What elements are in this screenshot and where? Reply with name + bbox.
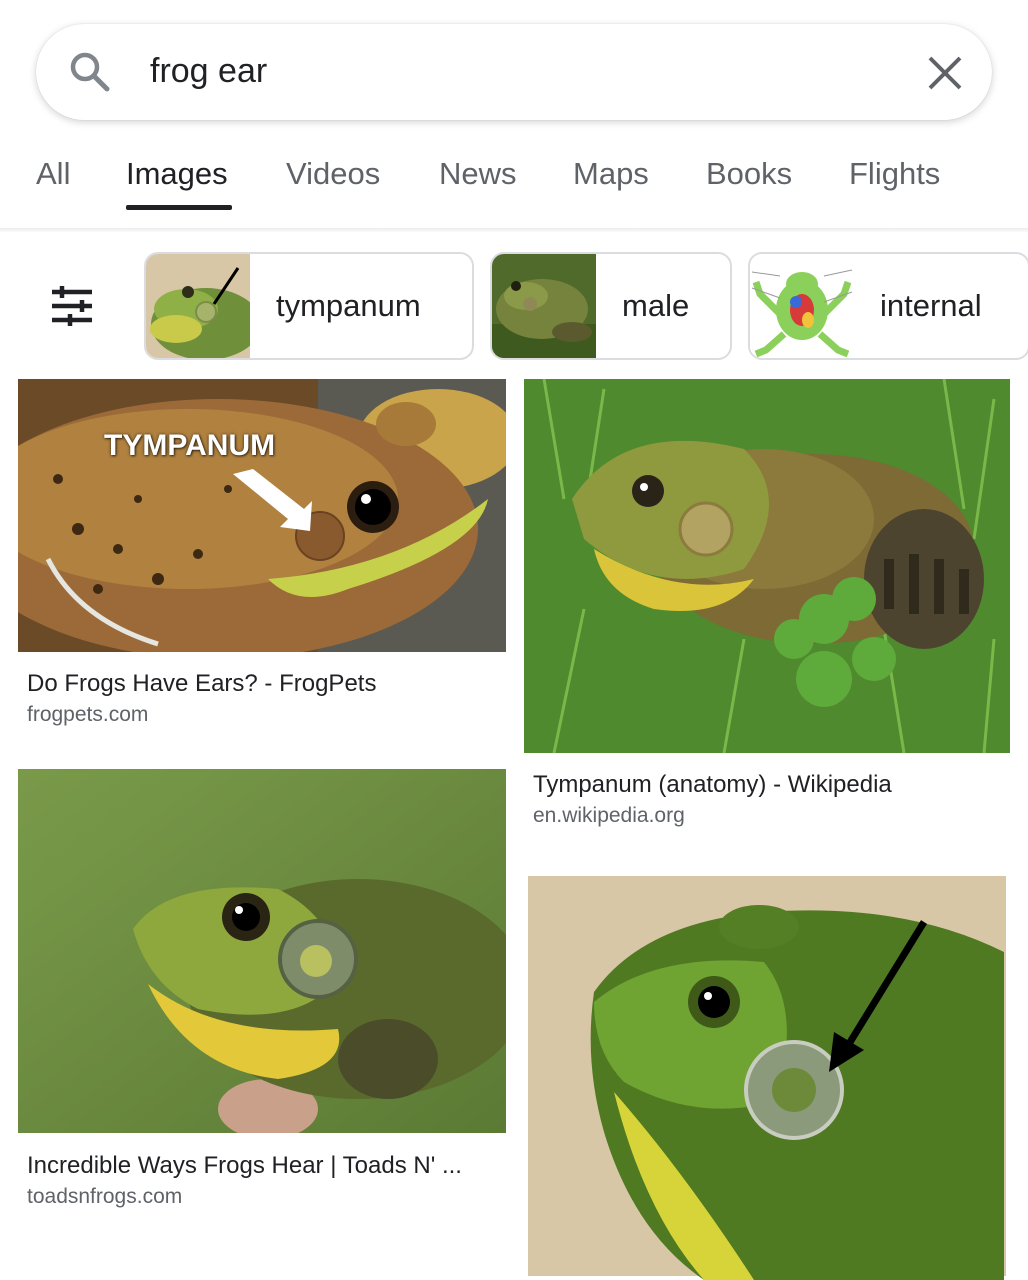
chip-tympanum[interactable]: tympanum: [144, 252, 474, 360]
close-icon[interactable]: [924, 52, 966, 94]
frog-image: [18, 769, 506, 1133]
tab-images[interactable]: Images: [126, 156, 228, 192]
tab-books[interactable]: Books: [706, 156, 792, 192]
tab-news[interactable]: News: [439, 156, 517, 192]
frog-image: [524, 872, 1010, 1280]
search-icon[interactable]: [68, 50, 112, 94]
tune-icon[interactable]: [48, 282, 96, 330]
active-tab-indicator: [126, 205, 232, 210]
result-image-2[interactable]: [524, 379, 1010, 753]
result-image-3[interactable]: [18, 769, 506, 1133]
result-image-1[interactable]: TYMPANUM: [18, 379, 506, 652]
chip-label: tympanum: [276, 288, 421, 323]
result-source: en.wikipedia.org: [533, 804, 685, 827]
tab-all[interactable]: All: [36, 156, 70, 192]
frog-image: [18, 379, 506, 652]
tab-flights[interactable]: Flights: [849, 156, 940, 192]
chip-label: internal: [880, 288, 982, 323]
result-title[interactable]: Do Frogs Have Ears? - FrogPets: [27, 670, 376, 698]
chip-thumbnail: [492, 254, 596, 358]
chip-male[interactable]: male: [490, 252, 732, 360]
tab-videos[interactable]: Videos: [286, 156, 380, 192]
chip-thumbnail: [146, 254, 250, 358]
frog-image: [524, 379, 1010, 753]
result-title[interactable]: Tympanum (anatomy) - Wikipedia: [533, 771, 892, 799]
image-overlay-label: TYMPANUM: [104, 429, 276, 462]
divider: [0, 228, 1028, 232]
result-title[interactable]: Incredible Ways Frogs Hear | Toads N' ..…: [27, 1152, 462, 1180]
search-input[interactable]: frog ear: [150, 52, 267, 91]
tab-maps[interactable]: Maps: [573, 156, 649, 192]
chip-thumbnail: [750, 254, 854, 358]
chip-internal[interactable]: internal: [748, 252, 1028, 360]
result-source: toadsnfrogs.com: [27, 1185, 183, 1208]
chip-label: male: [622, 288, 690, 323]
result-image-4[interactable]: [524, 872, 1010, 1280]
result-source: frogpets.com: [27, 703, 149, 726]
